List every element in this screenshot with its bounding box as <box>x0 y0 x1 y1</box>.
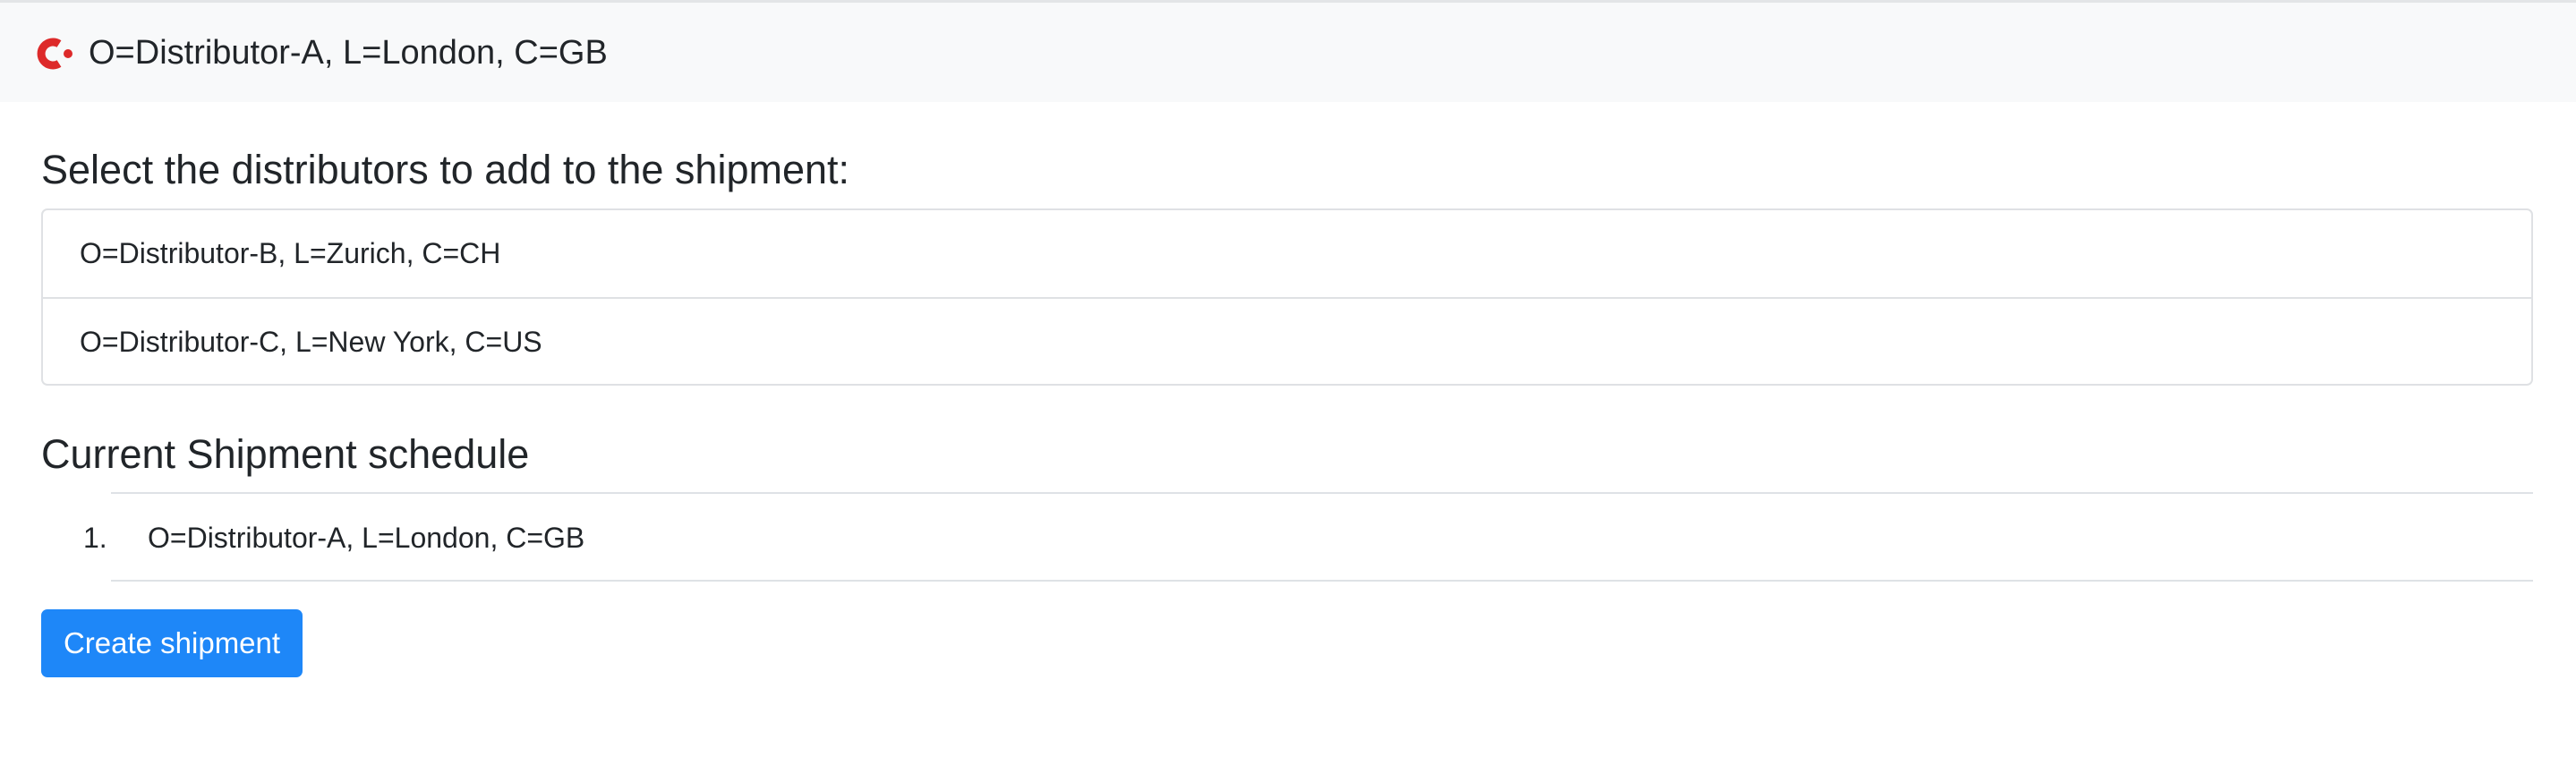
create-shipment-button[interactable]: Create shipment <box>41 609 303 677</box>
distributor-item-c[interactable]: O=Distributor-C, L=New York, C=US <box>43 297 2531 384</box>
select-distributors-heading: Select the distributors to add to the sh… <box>41 147 850 192</box>
distributor-item-b[interactable]: O=Distributor-B, L=Zurich, C=CH <box>43 210 2531 297</box>
shipment-schedule-list: 1. O=Distributor-A, L=London, C=GB <box>83 492 2533 582</box>
corda-logo-icon[interactable] <box>34 37 77 71</box>
shipment-schedule-heading: Current Shipment schedule <box>41 431 530 477</box>
distributor-list: O=Distributor-B, L=Zurich, C=CH O=Distri… <box>41 208 2533 386</box>
top-navbar: O=Distributor-A, L=London, C=GB <box>0 0 2576 102</box>
schedule-row-distributor: O=Distributor-A, L=London, C=GB <box>148 522 585 554</box>
schedule-row-index: 1. <box>83 522 107 554</box>
node-identity-title: O=Distributor-A, L=London, C=GB <box>89 34 608 72</box>
